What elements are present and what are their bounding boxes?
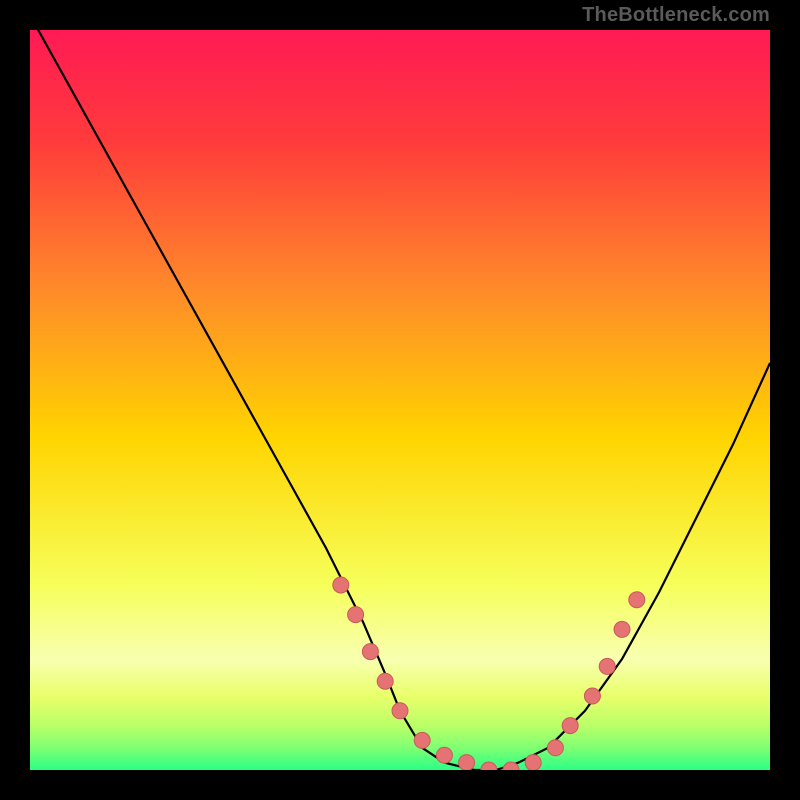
curve-marker [348, 607, 364, 623]
curve-marker [414, 732, 430, 748]
chart-container: TheBottleneck.com [0, 0, 800, 800]
curve-marker [436, 747, 452, 763]
curve-marker [562, 718, 578, 734]
curve-marker [392, 703, 408, 719]
curve-marker [459, 755, 475, 770]
curve-marker [547, 740, 563, 756]
curve-marker [333, 577, 349, 593]
chart-svg [30, 30, 770, 770]
gradient-background [30, 30, 770, 770]
watermark-text: TheBottleneck.com [582, 4, 770, 27]
curve-marker [362, 644, 378, 660]
curve-marker [599, 658, 615, 674]
curve-marker [377, 673, 393, 689]
curve-marker [629, 592, 645, 608]
curve-marker [614, 621, 630, 637]
plot-area [30, 30, 770, 770]
curve-marker [525, 755, 541, 770]
curve-marker [584, 688, 600, 704]
